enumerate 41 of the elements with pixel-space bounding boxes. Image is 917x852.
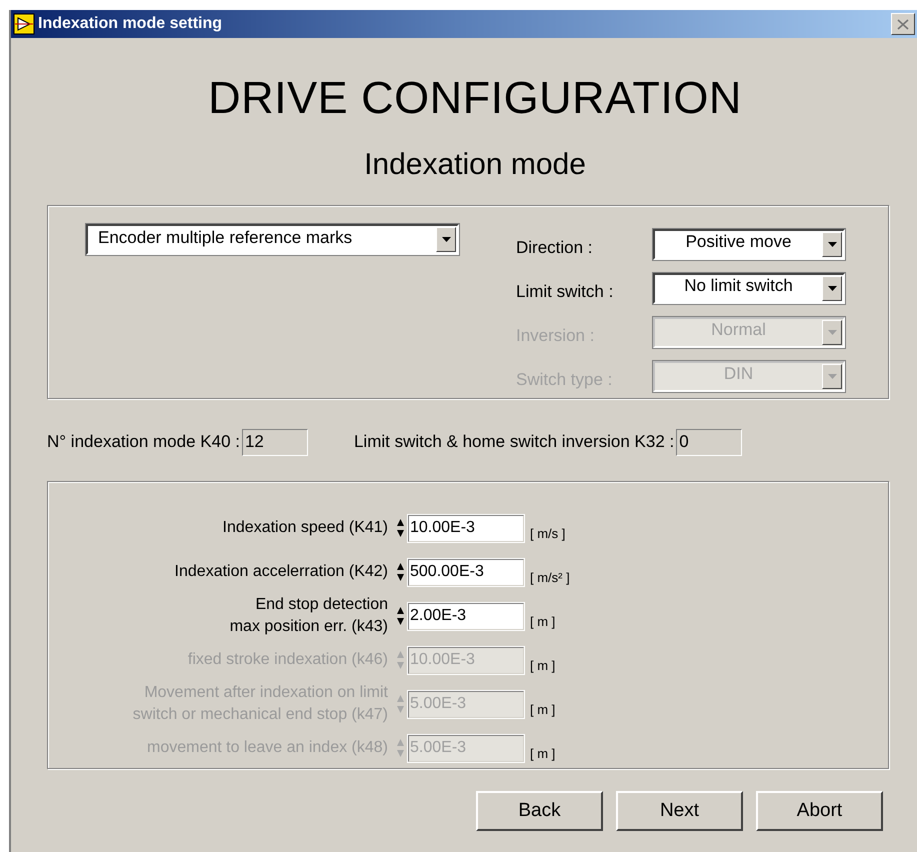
window-title: Indexation mode setting	[38, 15, 224, 33]
input-field[interactable]: 2.00E-3	[408, 602, 524, 630]
input-field[interactable]: 12	[242, 428, 308, 456]
unit-label: [ m/s² ]	[530, 568, 570, 584]
dialog-button[interactable]: Abort	[756, 791, 883, 831]
spinner-icon[interactable]	[396, 561, 405, 583]
dropdown[interactable]: Positive move	[653, 228, 845, 260]
field-label: Movement after indexation on limit switch or mechanical end stop (k47)	[132, 683, 388, 725]
caret-icon	[828, 330, 836, 334]
unit-label: [ m ]	[530, 656, 556, 672]
field-label: movement to leave an index (k48)	[146, 738, 388, 758]
dropdown[interactable]: Encoder multiple reference marks	[86, 224, 459, 255]
dropdown[interactable]: No limit switch	[653, 272, 845, 304]
caret-icon	[828, 374, 836, 378]
dialog-button[interactable]: Back	[476, 791, 603, 831]
close-icon	[897, 18, 909, 30]
field-label: Direction :	[516, 237, 594, 258]
field-label: End stop detection max position err. (k43)	[228, 595, 388, 637]
dialog-button[interactable]: Next	[616, 791, 743, 831]
input-field[interactable]: 500.00E-3	[408, 558, 524, 586]
input-field[interactable]: 0	[676, 428, 742, 456]
caret-icon	[442, 237, 450, 242]
unit-label: [ m/s ]	[530, 524, 566, 540]
caret-icon	[828, 286, 836, 290]
close-button[interactable]	[891, 13, 915, 35]
field-label: Limit switch & home switch inversion K32 :	[354, 432, 674, 452]
page-heading: DRIVE CONFIGURATION	[207, 72, 743, 125]
input-field[interactable]: 10.00E-3	[408, 514, 524, 542]
unit-label: [ m ]	[530, 744, 556, 760]
field-label: Indexation accelerration (K42)	[174, 562, 388, 582]
app-icon	[13, 13, 35, 35]
field-label: fixed stroke indexation (k46)	[186, 650, 388, 670]
field-label: Indexation speed (K41)	[222, 518, 388, 538]
field-label: N° indexation mode K40 :	[47, 432, 240, 452]
field-label: Limit switch :	[516, 281, 614, 302]
spinner-icon[interactable]	[396, 517, 405, 539]
section-heading: Indexation mode	[363, 148, 587, 183]
unit-label: [ m ]	[530, 612, 556, 628]
spinner-icon[interactable]	[396, 605, 405, 627]
caret-icon	[828, 242, 836, 246]
unit-label: [ m ]	[530, 700, 556, 716]
